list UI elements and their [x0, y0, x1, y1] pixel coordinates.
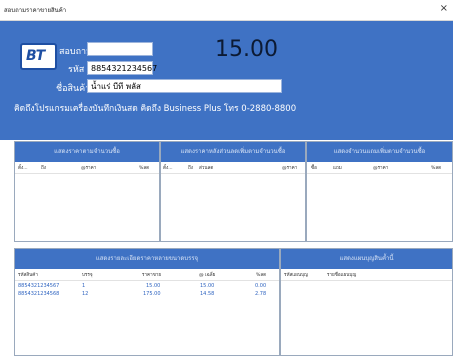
col-pack: บรรจุ	[82, 273, 93, 278]
cell-sell-price: 175.00	[143, 291, 161, 297]
price-inquiry-window: สอบถามราคาขายสินค้า × BT สอบถาม รหัส 885…	[0, 0, 453, 356]
col-to: ถึง	[188, 166, 194, 171]
col-from: ตั้ง...	[18, 166, 28, 171]
cell-code: 8854321234567	[18, 283, 60, 289]
col-average: @ เฉลี่ย	[199, 273, 216, 278]
code-field[interactable]: 8854321234567	[87, 61, 157, 75]
contact-notice: คิดถึงโปรแกรมเครื่องบันทึกเงินสด คิดถึง …	[14, 104, 297, 114]
product-header: BT สอบถาม รหัส 8854321234567 ชื่อสินค้า …	[0, 21, 453, 140]
close-icon[interactable]: ×	[440, 3, 448, 14]
panel-title: แสดงรายละเอียดราคาหลายขนาดบรรจุ	[15, 249, 279, 269]
panel-title: แสดงแผนบุญสินค้ำนี้	[281, 249, 452, 269]
column-header-row: ซื้อ แถม @ราคา %ลด	[307, 162, 452, 174]
col-discount: ส่วนลด	[199, 166, 214, 171]
table-row[interactable]: 8854321234568 12 175.00 14.58 2.78	[15, 290, 279, 298]
cell-discount: 2.78	[255, 291, 267, 297]
table-row[interactable]: 8854321234567 1 15.00 15.00 0.00	[15, 282, 279, 290]
column-header-row: รหัสแผนบุญ รายชื่อแผนบุญ	[281, 269, 452, 281]
col-free: แถม	[333, 166, 342, 171]
scan-input[interactable]	[87, 42, 153, 56]
bt-logo: BT	[20, 43, 57, 70]
panel-title: แสดงจำนวนแถมเพิ่มตามจำนวนซื้อ	[307, 142, 452, 162]
qty-price-panel: แสดงราคาตามจำนวนซื้อ ตั้ง... ถึง @ราคา %…	[14, 141, 160, 242]
col-to: ถึง	[41, 166, 47, 171]
col-set-name: รายชื่อแผนบุญ	[327, 273, 357, 278]
col-price: @ราคา	[373, 166, 389, 171]
name-label: ชื่อสินค้า	[56, 84, 91, 94]
cell-pack: 1	[82, 283, 86, 289]
column-header-row: ตั้ง... ถึง ส่วนลด @ราคา	[161, 162, 305, 174]
col-discount: %ลด	[139, 166, 150, 171]
col-discount: %ลด	[256, 273, 267, 278]
col-discount: %ลด	[431, 166, 442, 171]
cell-discount: 0.00	[255, 283, 267, 289]
qty-discount-panel: แสดงราคาหลังส่วนลดเพิ่มตามจำนวนซื้อ ตั้ง…	[160, 141, 306, 242]
title-bar: สอบถามราคาขายสินค้า ×	[0, 0, 453, 21]
col-sell-price: ราคาขาย	[142, 273, 162, 278]
col-buy: ซื้อ	[311, 166, 317, 171]
cell-code: 8854321234568	[18, 291, 60, 297]
cell-average: 15.00	[200, 283, 215, 289]
qty-free-panel: แสดงจำนวนแถมเพิ่มตามจำนวนซื้อ ซื้อ แถม @…	[306, 141, 453, 242]
panel-title: แสดงราคาหลังส่วนลดเพิ่มตามจำนวนซื้อ	[161, 142, 305, 162]
cell-pack: 12	[82, 291, 89, 297]
col-price: @ราคา	[282, 166, 298, 171]
col-set-code: รหัสแผนบุญ	[284, 273, 308, 278]
window-title: สอบถามราคาขายสินค้า	[4, 7, 67, 14]
code-label: รหัส	[68, 65, 85, 75]
col-from: ตั้ง...	[163, 166, 173, 171]
cell-average: 14.58	[200, 291, 215, 297]
column-header-row: ตั้ง... ถึง @ราคา %ลด	[15, 162, 159, 174]
name-field[interactable]: น้ำแร่ บีที พลัส	[87, 79, 282, 93]
packaging-panel: แสดงรายละเอียดราคาหลายขนาดบรรจุ รหัสสินค…	[14, 248, 280, 356]
price-display: 15.00	[215, 37, 278, 62]
col-price: @ราคา	[81, 166, 97, 171]
set-panel: แสดงแผนบุญสินค้ำนี้ รหัสแผนบุญ รายชื่อแผ…	[280, 248, 453, 356]
column-header-row: รหัสสินค้า บรรจุ ราคาขาย @ เฉลี่ย %ลด	[15, 269, 279, 281]
panel-title: แสดงราคาตามจำนวนซื้อ	[15, 142, 159, 162]
col-code: รหัสสินค้า	[18, 273, 38, 278]
cell-sell-price: 15.00	[146, 283, 161, 289]
